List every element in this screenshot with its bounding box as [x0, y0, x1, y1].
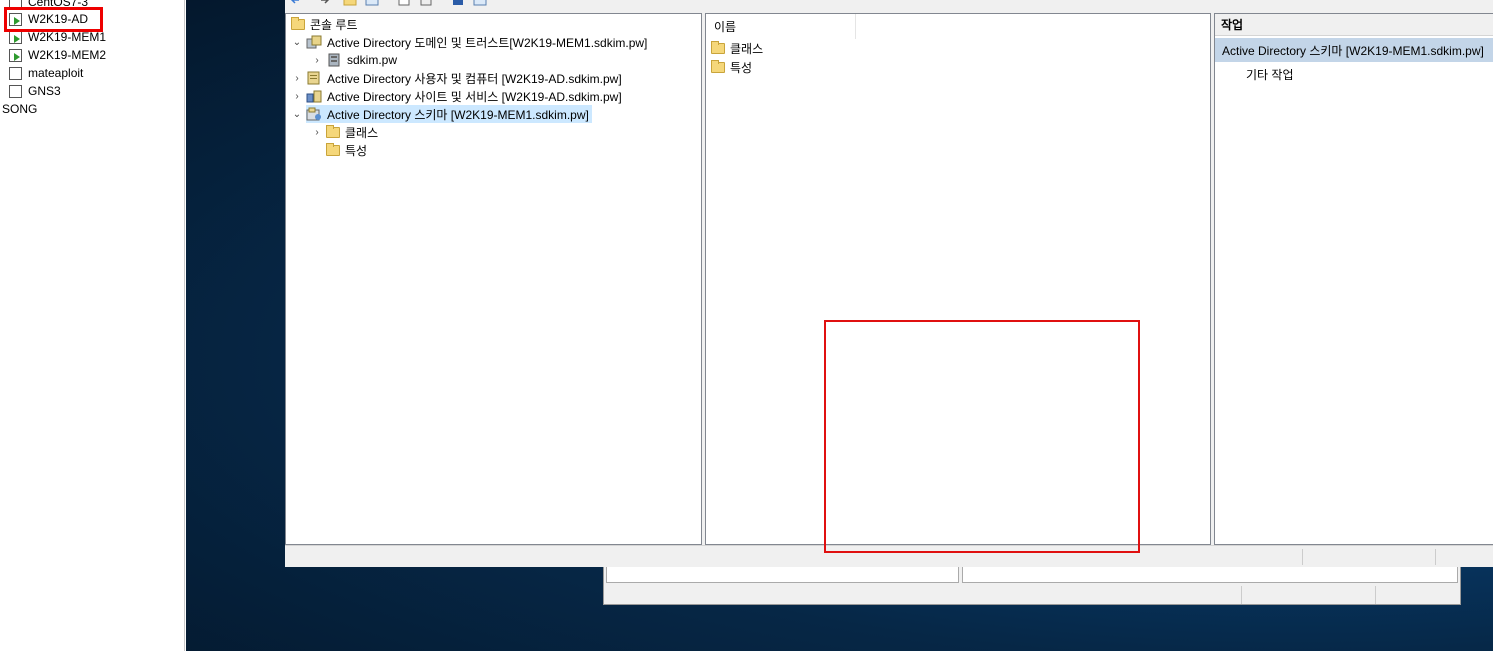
vm-item[interactable]: W2K19-MEM2: [9, 46, 106, 64]
vm-label: W2K19-MEM1: [28, 30, 107, 44]
vm-group-label: SONG: [2, 102, 38, 116]
expand-chevron-icon[interactable]: ›: [311, 126, 323, 138]
export-icon[interactable]: [419, 0, 433, 6]
sites-services-icon: [306, 89, 322, 103]
vm-item[interactable]: GNS3: [9, 82, 61, 100]
action-pane-icon[interactable]: [473, 0, 487, 6]
tree-item-label: Active Directory 사용자 및 컴퓨터 [W2K19-AD.sdk…: [327, 71, 622, 86]
tree-root[interactable]: 콘솔 루트: [291, 15, 358, 33]
console-tree-pane: 콘솔 루트 ⌄ Active Directory 도메인 및 트러스트[W2K1…: [285, 13, 702, 545]
properties-icon[interactable]: [397, 0, 411, 6]
expand-chevron-icon[interactable]: ›: [291, 90, 303, 102]
list-item[interactable]: 특성: [711, 58, 752, 76]
tree-item-attributes[interactable]: 특성: [326, 141, 367, 159]
folder-icon: [326, 142, 340, 156]
actions-pane: 작업 Active Directory 스키마 [W2K19-MEM1.sdki…: [1214, 13, 1493, 545]
actions-header: 작업: [1215, 14, 1493, 36]
vm-label: mateaploit: [28, 66, 84, 80]
vm-label: GNS3: [28, 84, 61, 98]
folder-icon: [711, 59, 725, 73]
vm-item[interactable]: mateaploit: [9, 64, 83, 82]
tree-item-users-computers[interactable]: › Active Directory 사용자 및 컴퓨터 [W2K19-AD.s…: [291, 69, 622, 87]
more-actions-item[interactable]: 기타 작업: [1246, 64, 1294, 84]
folder-icon: [291, 16, 305, 30]
tree-item-label: 특성: [345, 143, 368, 158]
domains-trusts-icon: [306, 35, 322, 49]
back-icon[interactable]: [289, 0, 303, 6]
vm-running-icon: [9, 48, 22, 62]
divider: [1302, 549, 1303, 565]
column-header: 이름: [706, 14, 1210, 39]
divider: [1241, 586, 1242, 604]
forward-icon[interactable]: [317, 0, 331, 6]
collapse-chevron-icon[interactable]: ⌄: [291, 108, 303, 120]
list-item-label: 클래스: [730, 41, 764, 56]
vm-label: W2K19-MEM2: [28, 48, 107, 62]
list-item[interactable]: 클래스: [711, 39, 763, 57]
domain-icon: [326, 53, 342, 67]
help-icon[interactable]: [451, 0, 465, 6]
folder-icon: [711, 40, 725, 54]
users-computers-icon: [306, 71, 322, 85]
vm-running-icon: [9, 30, 22, 44]
selected-node[interactable]: Active Directory 스키마 [W2K19-MEM1.sdkim.p…: [306, 105, 592, 123]
tree-item-classes[interactable]: › 클래스: [311, 123, 378, 141]
tree-item-label: sdkim.pw: [347, 53, 398, 67]
column-header-name[interactable]: 이름: [706, 14, 856, 39]
toolbar: [285, 0, 1493, 8]
schema-icon: [306, 107, 322, 121]
vm-group[interactable]: SONG: [2, 100, 37, 118]
tree-item-label: Active Directory 도메인 및 트러스트[W2K19-MEM1.s…: [327, 35, 648, 50]
expand-chevron-icon[interactable]: ›: [291, 72, 303, 84]
vm-list-panel: CentOS7-3 W2K19-AD W2K19-MEM1 W2K19-MEM2…: [0, 0, 185, 651]
highlight-box: [824, 320, 1140, 553]
folder-icon: [326, 124, 340, 138]
show-tree-icon[interactable]: [365, 0, 379, 6]
tree-item-label: Active Directory 사이트 및 서비스 [W2K19-AD.sdk…: [327, 89, 622, 104]
divider: [1375, 586, 1376, 604]
tree-item-label: 클래스: [345, 125, 379, 140]
folder-up-icon[interactable]: [343, 0, 357, 6]
vm-icon: [9, 84, 22, 98]
collapse-chevron-icon[interactable]: ⌄: [291, 36, 303, 48]
expand-chevron-icon[interactable]: ›: [311, 54, 323, 66]
tree-root-label: 콘솔 루트: [310, 17, 358, 32]
tree-item-sites-services[interactable]: › Active Directory 사이트 및 서비스 [W2K19-AD.s…: [291, 87, 622, 105]
highlight-box: [4, 7, 103, 32]
divider: [1435, 549, 1436, 565]
tree-item-schema[interactable]: ⌄ Active Directory 스키마 [W2K19-MEM1.sdkim…: [291, 105, 592, 123]
tree-item-domains-trusts[interactable]: ⌄ Active Directory 도메인 및 트러스트[W2K19-MEM1…: [291, 33, 647, 51]
tree-item-label: Active Directory 스키마 [W2K19-MEM1.sdkim.p…: [327, 107, 589, 122]
vm-icon: [9, 66, 22, 80]
list-item-label: 특성: [730, 60, 753, 75]
actions-selected-item[interactable]: Active Directory 스키마 [W2K19-MEM1.sdkim.p…: [1215, 38, 1493, 62]
tree-item-sdkim-pw[interactable]: › sdkim.pw: [311, 51, 397, 69]
